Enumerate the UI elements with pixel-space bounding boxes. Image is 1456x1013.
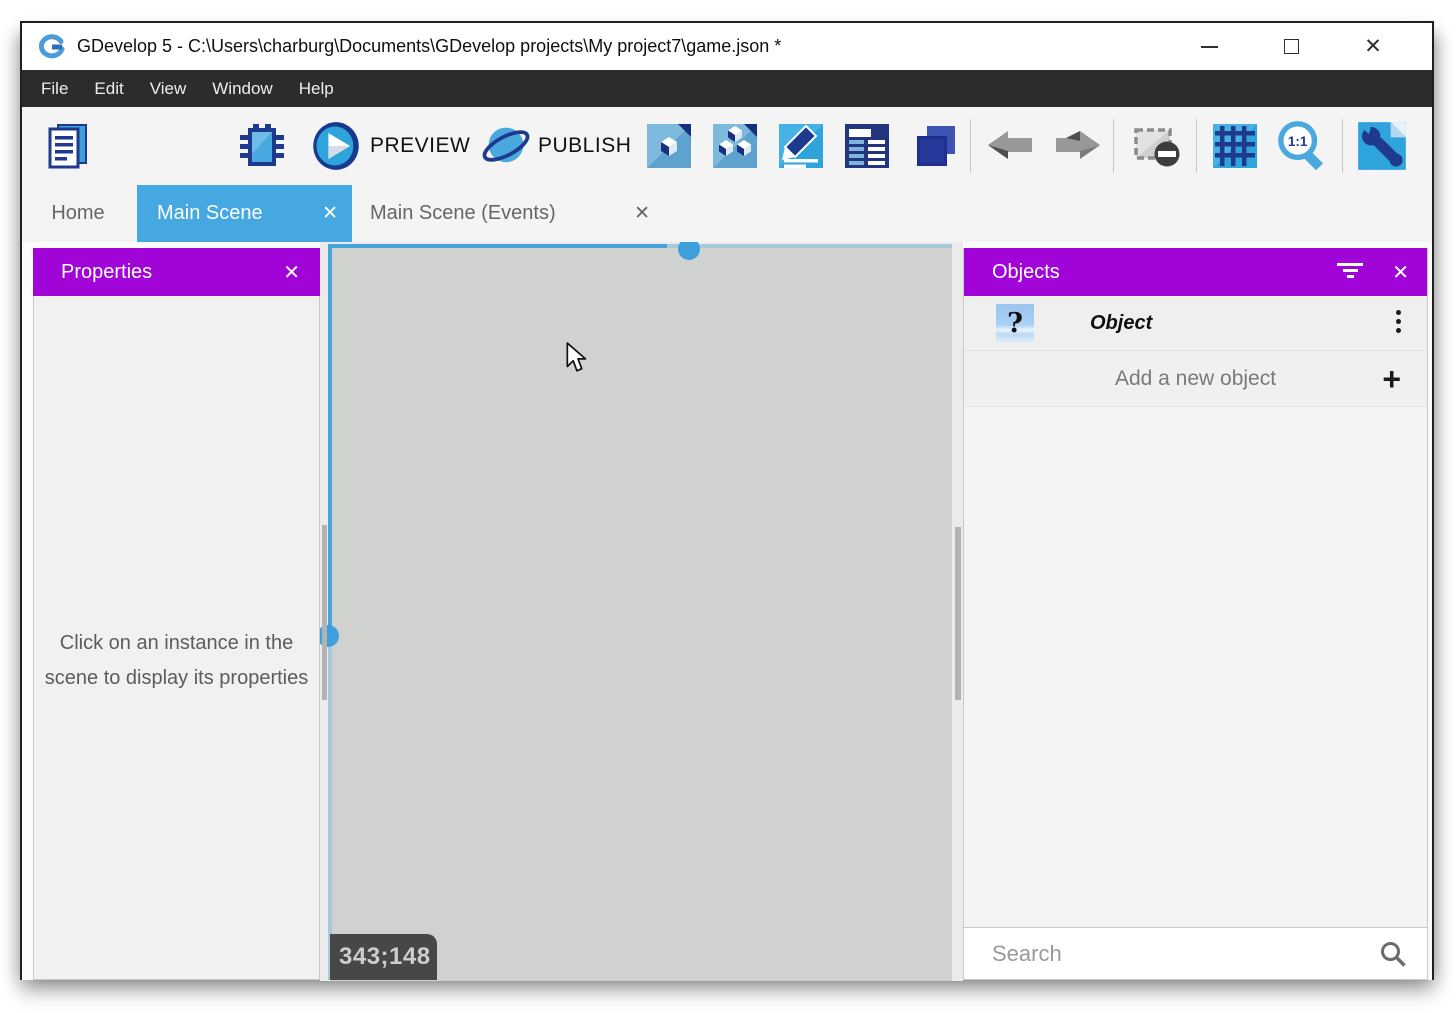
publish-label[interactable]: PUBLISH bbox=[538, 107, 631, 185]
objects-panel-title: Objects bbox=[992, 261, 1060, 284]
add-new-object-label: Add a new object bbox=[1115, 367, 1276, 391]
menu-help[interactable]: Help bbox=[299, 79, 334, 99]
close-button[interactable]: ✕ bbox=[1332, 23, 1414, 70]
minimize-button[interactable] bbox=[1168, 23, 1250, 70]
objects-panel-header: Objects ✕ bbox=[964, 248, 1427, 296]
tab-home-label: Home bbox=[51, 202, 104, 225]
properties-panel: Properties ✕ Click on an instance in the… bbox=[33, 248, 320, 980]
search-input[interactable] bbox=[990, 940, 1350, 968]
edit-scene-properties-icon[interactable] bbox=[777, 122, 825, 170]
window-title: GDevelop 5 - C:\Users\charburg\Documents… bbox=[77, 36, 781, 57]
svg-text:1:1: 1:1 bbox=[1288, 134, 1308, 149]
open-layers-icon[interactable] bbox=[909, 122, 961, 170]
edit-objects-icon[interactable] bbox=[711, 122, 759, 170]
preview-play-icon[interactable] bbox=[310, 120, 362, 172]
debug-icon[interactable] bbox=[238, 122, 286, 170]
close-panel-icon[interactable]: ✕ bbox=[283, 260, 300, 285]
gdevelop-logo-icon bbox=[39, 33, 66, 60]
scene-canvas-surface[interactable] bbox=[330, 244, 952, 981]
canvas-left-scrollbar[interactable] bbox=[322, 525, 327, 700]
properties-panel-title: Properties bbox=[61, 261, 152, 284]
title-bar: GDevelop 5 - C:\Users\charburg\Documents… bbox=[22, 23, 1432, 70]
close-tab-icon[interactable]: ✕ bbox=[322, 202, 338, 225]
zoom-1-1-icon[interactable]: 1:1 bbox=[1276, 120, 1328, 172]
project-manager-icon[interactable] bbox=[45, 122, 93, 170]
cursor-coordinates-badge: 343;148 bbox=[330, 934, 437, 980]
open-settings-icon[interactable] bbox=[1356, 120, 1408, 172]
toolbar-separator bbox=[1196, 119, 1197, 173]
objects-list-empty-area bbox=[964, 407, 1427, 927]
tab-home[interactable]: Home bbox=[33, 185, 123, 242]
maximize-button[interactable] bbox=[1250, 23, 1332, 70]
toolbar-separator bbox=[1342, 119, 1343, 173]
properties-panel-header: Properties ✕ bbox=[33, 248, 320, 296]
preview-label[interactable]: PREVIEW bbox=[370, 107, 470, 185]
tab-main-scene[interactable]: Main Scene ✕ bbox=[137, 185, 352, 242]
close-panel-icon[interactable]: ✕ bbox=[1392, 260, 1409, 285]
menu-edit[interactable]: Edit bbox=[94, 79, 123, 99]
add-new-object-icon[interactable] bbox=[645, 122, 693, 170]
publish-globe-icon[interactable] bbox=[480, 120, 532, 172]
close-icon: ✕ bbox=[1364, 36, 1382, 57]
minimize-icon bbox=[1201, 46, 1218, 48]
objects-search-bar bbox=[964, 927, 1427, 979]
menu-file[interactable]: File bbox=[41, 79, 68, 99]
properties-panel-body: Click on an instance in the scene to dis… bbox=[33, 296, 320, 980]
toolbar-separator bbox=[1113, 119, 1114, 173]
tab-bar: Home Main Scene ✕ Main Scene (Events) ✕ bbox=[22, 185, 1432, 242]
plus-icon: + bbox=[1382, 363, 1401, 395]
scene-window-left-border bbox=[328, 244, 332, 636]
open-instances-list-icon[interactable] bbox=[843, 122, 891, 170]
redo-icon[interactable] bbox=[1054, 129, 1102, 163]
toolbar-separator bbox=[970, 119, 971, 173]
object-name: Object bbox=[1090, 312, 1152, 335]
canvas-right-scrollbar[interactable] bbox=[955, 527, 961, 700]
properties-empty-message: Click on an instance in the scene to dis… bbox=[42, 626, 311, 696]
toggle-window-mask-icon[interactable] bbox=[1129, 122, 1185, 170]
mouse-cursor-icon bbox=[565, 342, 591, 379]
toolbar: PREVIEW PUBLISH bbox=[22, 107, 1432, 185]
menu-bar: File Edit View Window Help bbox=[22, 70, 1432, 107]
tab-main-scene-events-label: Main Scene (Events) bbox=[370, 202, 556, 225]
scene-window-left-border-faded bbox=[328, 636, 332, 980]
objects-panel: Objects ✕ ? Object Add a new object + bbox=[963, 248, 1428, 980]
scene-window-top-border-faded bbox=[667, 244, 952, 248]
menu-view[interactable]: View bbox=[150, 79, 187, 99]
kebab-menu-icon[interactable] bbox=[1396, 310, 1401, 337]
add-new-object-button[interactable]: Add a new object + bbox=[964, 351, 1427, 407]
scene-window-top-border bbox=[330, 244, 667, 248]
window-controls: ✕ bbox=[1168, 23, 1414, 70]
gdevelop-window: GDevelop 5 - C:\Users\charburg\Documents… bbox=[20, 21, 1434, 980]
menu-window[interactable]: Window bbox=[212, 79, 272, 99]
filter-icon[interactable] bbox=[1337, 263, 1363, 281]
tab-main-scene-label: Main Scene bbox=[157, 202, 263, 225]
search-icon[interactable] bbox=[1379, 940, 1407, 973]
object-list-item[interactable]: ? Object bbox=[964, 296, 1427, 351]
tab-main-scene-events[interactable]: Main Scene (Events) ✕ bbox=[352, 185, 662, 242]
maximize-icon bbox=[1284, 39, 1299, 54]
close-tab-icon[interactable]: ✕ bbox=[634, 202, 650, 225]
undo-icon[interactable] bbox=[986, 129, 1034, 163]
scene-editor-canvas[interactable]: 343;148 bbox=[320, 242, 963, 981]
question-mark-icon: ? bbox=[996, 304, 1034, 342]
toggle-grid-icon[interactable] bbox=[1211, 122, 1259, 170]
